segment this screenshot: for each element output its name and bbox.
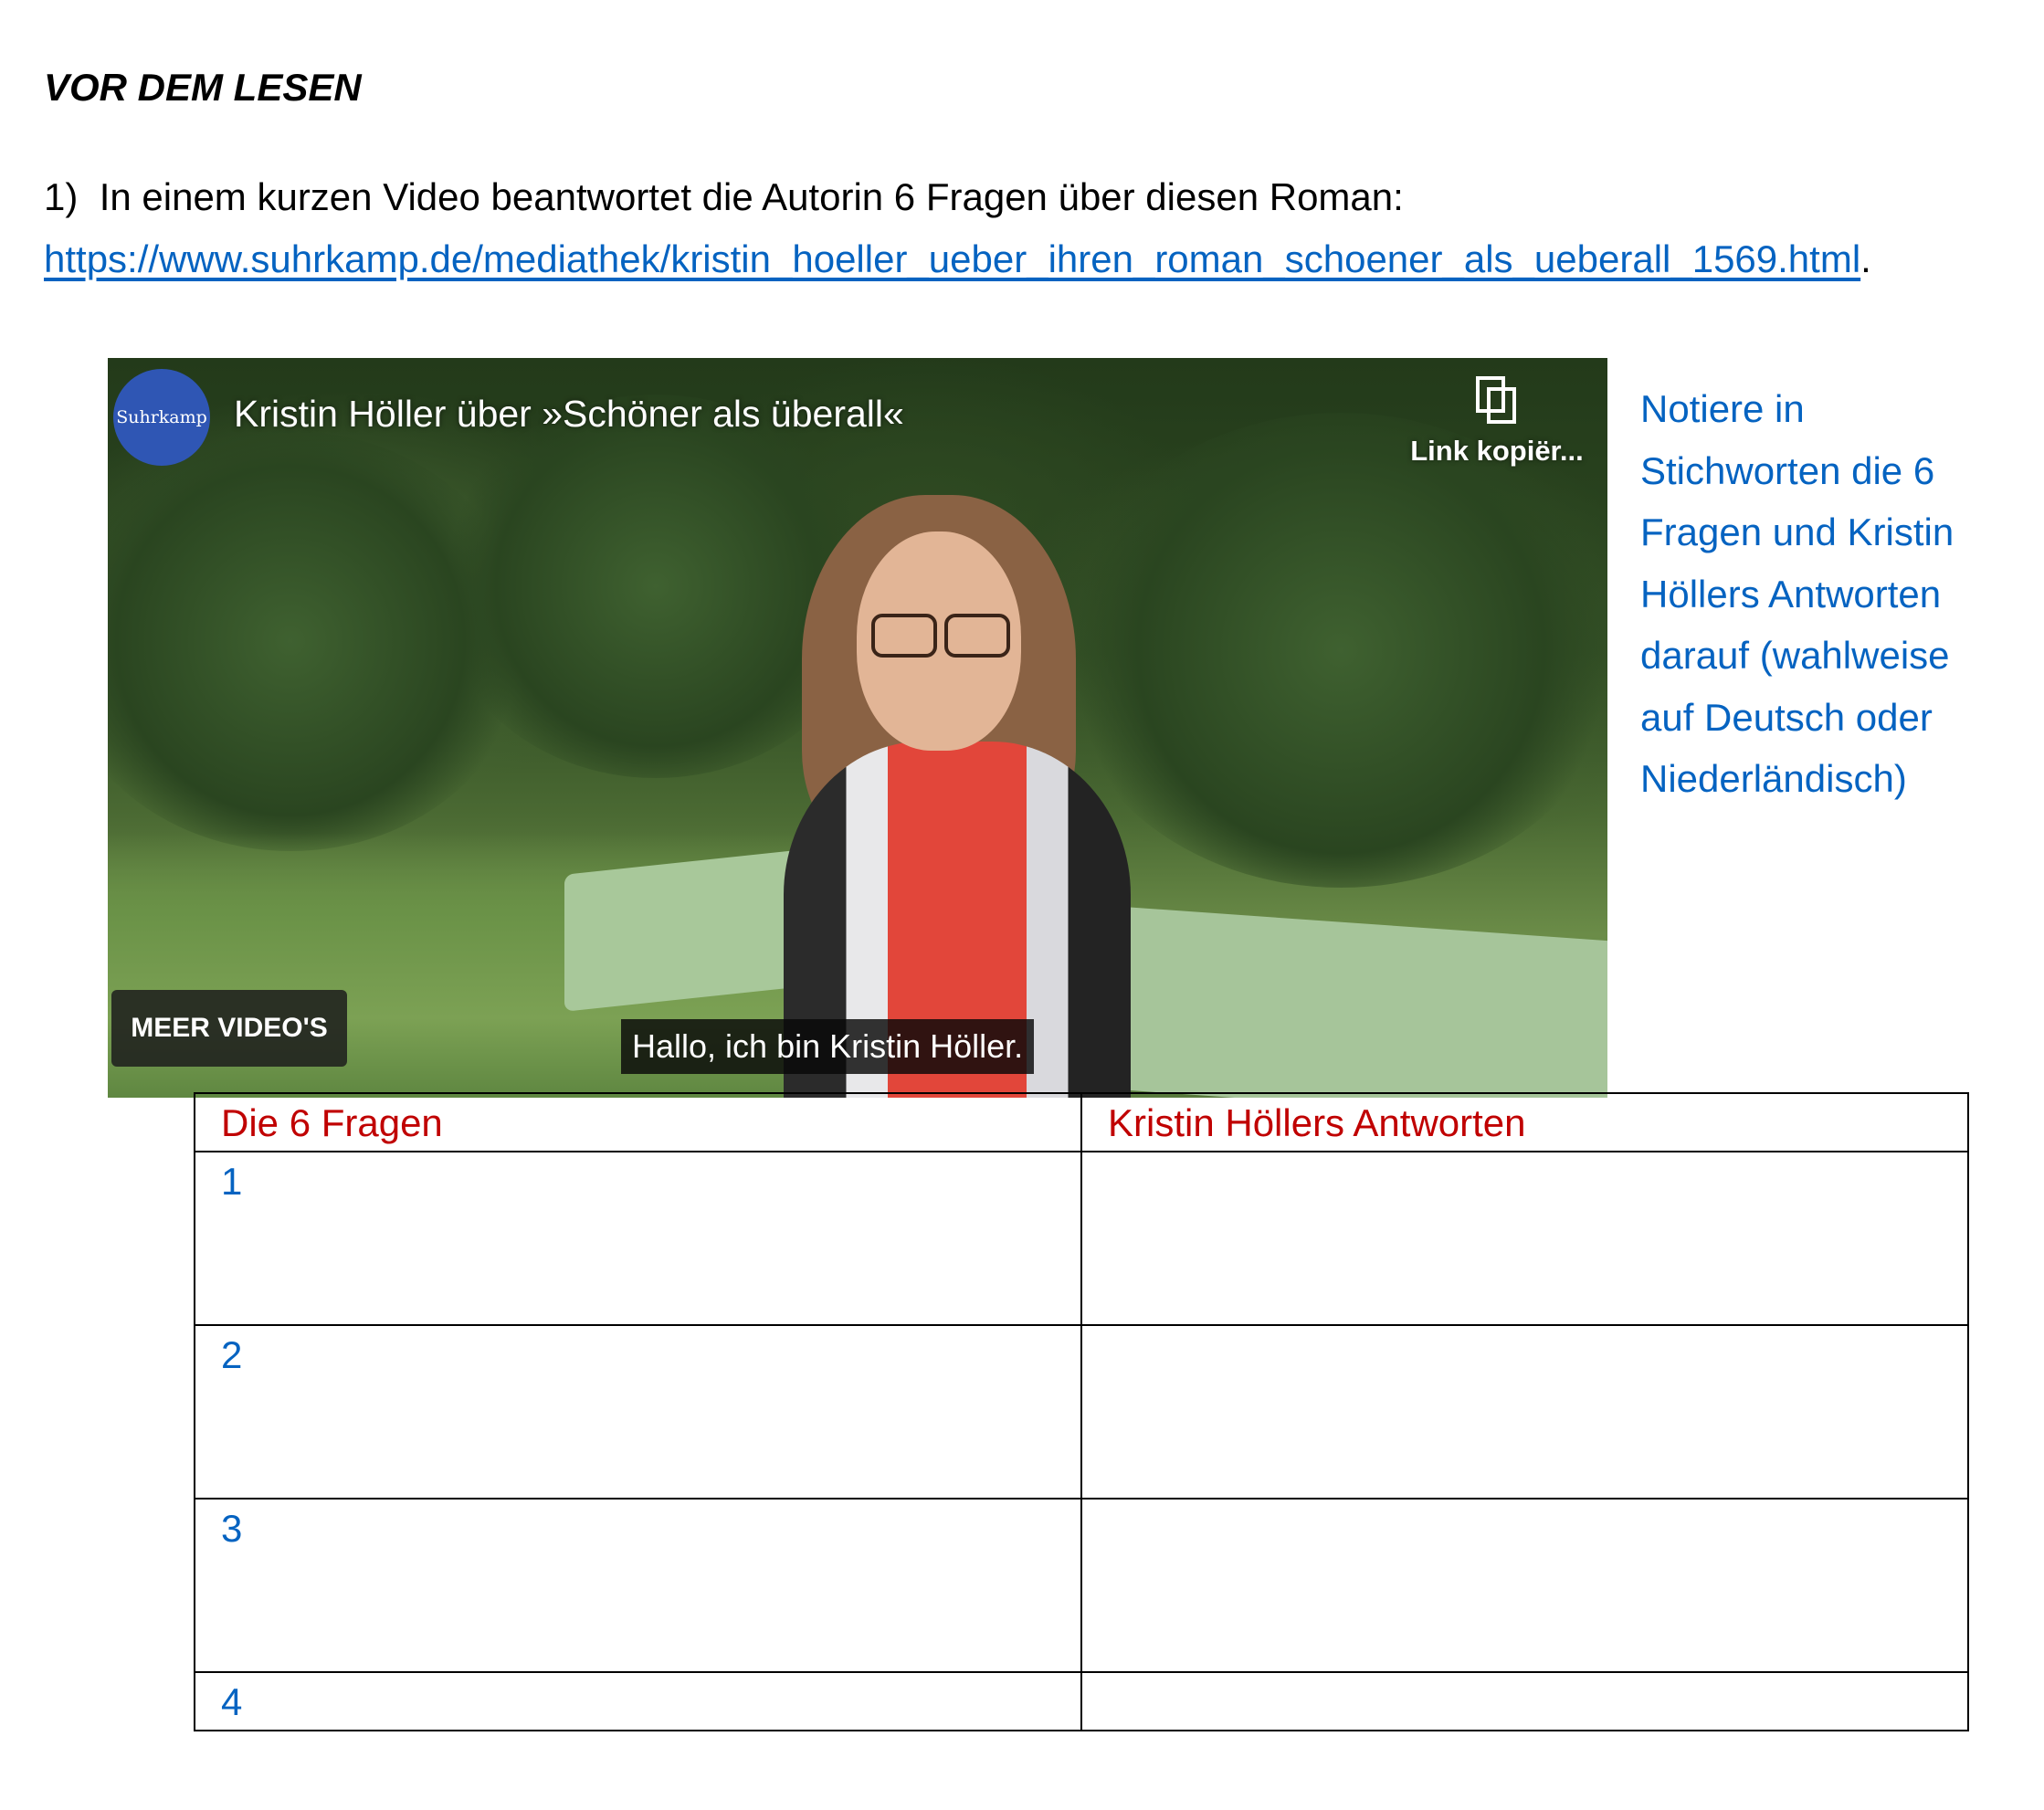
answer-cell[interactable] (1080, 1324, 1969, 1500)
table-row: 4 (194, 1671, 1969, 1731)
answer-cell[interactable] (1080, 1671, 1969, 1731)
question-cell[interactable]: 3 (194, 1498, 1082, 1673)
channel-logo[interactable]: Suhrkamp (113, 369, 210, 466)
table-row: 2 (194, 1324, 1969, 1500)
video-link[interactable]: https://www.suhrkamp.de/mediathek/kristi… (44, 237, 1860, 280)
link-period: . (1860, 237, 1871, 280)
table-header-row: Die 6 Fragen Kristin Höllers Antworten (194, 1092, 1969, 1152)
copy-icon (1476, 376, 1516, 424)
copy-link-label: Link kopiër... (1410, 435, 1584, 467)
person-glasses (871, 614, 1010, 658)
question-cell[interactable]: 1 (194, 1151, 1082, 1326)
header-questions: Die 6 Fragen (194, 1092, 1082, 1152)
video-thumbnail[interactable]: Suhrkamp Kristin Höller über »Schöner al… (108, 358, 1607, 1098)
instruction-note: Notiere in Stichworten die 6 Fragen und … (1640, 387, 1954, 800)
task-number: 1) (44, 175, 79, 218)
copy-link-button[interactable]: Link kopiër... (1392, 374, 1602, 484)
video-subtitle: Hallo, ich bin Kristin Höller. (621, 1019, 1035, 1074)
foliage-bush (1058, 413, 1607, 888)
question-cell[interactable]: 2 (194, 1324, 1082, 1500)
question-cell[interactable]: 4 (194, 1671, 1082, 1731)
task-1: 1) In einem kurzen Video beantwortet die… (44, 166, 1998, 290)
section-heading: VOR DEM LESEN (44, 66, 362, 109)
table-row: 1 (194, 1151, 1969, 1326)
video-title[interactable]: Kristin Höller über »Schöner als überall… (234, 393, 904, 436)
bench-right (1088, 905, 1607, 1098)
table-row: 3 (194, 1498, 1969, 1673)
answer-cell[interactable] (1080, 1151, 1969, 1326)
answer-cell[interactable] (1080, 1498, 1969, 1673)
header-answers: Kristin Höllers Antworten (1080, 1092, 1969, 1152)
task-text: In einem kurzen Video beantwortet die Au… (99, 175, 1404, 218)
more-videos-button[interactable]: MEER VIDEO'S (111, 990, 347, 1067)
questions-table: Die 6 Fragen Kristin Höllers Antworten 1… (194, 1092, 1969, 1731)
